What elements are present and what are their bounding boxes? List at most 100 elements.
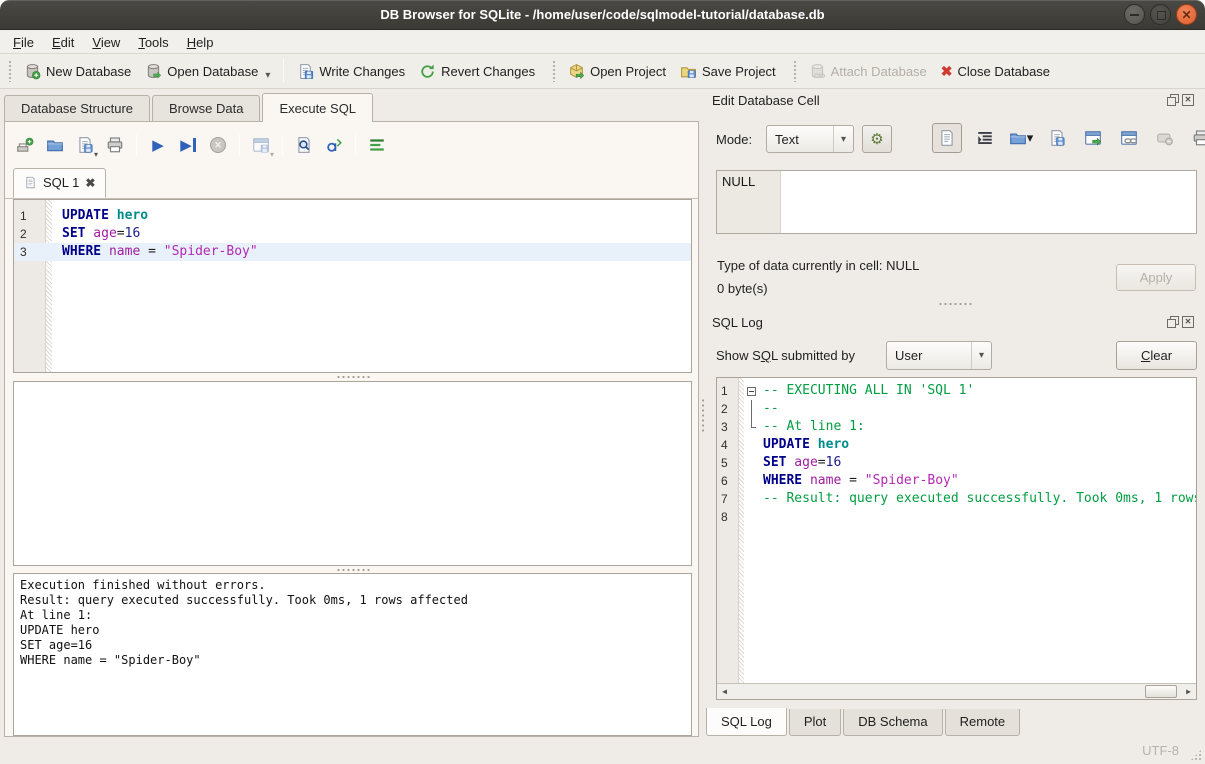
toolbar-grip[interactable]	[8, 60, 13, 82]
tab-sql-log[interactable]: SQL Log	[706, 708, 787, 736]
execute-sql-pane: ▾ ▶ ▶ ✕ ▾	[4, 121, 699, 737]
menu-view[interactable]: View	[83, 32, 129, 53]
title-bar[interactable]: DB Browser for SQLite - /home/user/code/…	[0, 0, 1205, 30]
save-project-icon	[680, 63, 697, 80]
main-toolbar: New Database Open Database ▾ Write Chang…	[0, 54, 1205, 89]
print-icon	[1192, 129, 1205, 147]
tab-browse-data[interactable]: Browse Data	[152, 95, 260, 122]
log-horizontal-scrollbar[interactable]: ◀ ▶	[717, 683, 1196, 699]
write-changes-button[interactable]: Write Changes	[290, 58, 412, 85]
sql-log-filter-row: Show SQL submitted by User ▾ Clear	[716, 341, 1198, 371]
log-line: 6WHERE name = "Spider-Boy"	[717, 472, 1196, 490]
find-replace-button[interactable]	[292, 133, 316, 157]
log-line: 7-- Result: query executed successfully.…	[717, 490, 1196, 508]
save-sql-file-button[interactable]: ▾	[73, 133, 97, 157]
tab-plot[interactable]: Plot	[789, 709, 841, 736]
menu-help[interactable]: Help	[178, 32, 223, 53]
editor-results-splitter[interactable]	[13, 373, 692, 380]
open-project-button[interactable]: Open Project	[561, 58, 673, 85]
scrollbar-track[interactable]	[732, 684, 1181, 699]
print-sql-button[interactable]	[103, 133, 127, 157]
open-sql-file-button[interactable]	[43, 133, 67, 157]
new-database-button[interactable]: New Database	[17, 58, 138, 85]
sql-1-tab[interactable]: SQL 1 ✖	[13, 168, 106, 198]
gear-icon: ⚙	[870, 130, 883, 148]
resize-grip[interactable]	[1190, 749, 1202, 761]
dock-splitter[interactable]	[712, 300, 1198, 308]
auto-format-button[interactable]	[322, 133, 346, 157]
toolbar-grip[interactable]	[552, 60, 557, 82]
toolbar-grip[interactable]	[793, 60, 798, 82]
close-database-button[interactable]: ✖ Close Database	[934, 59, 1057, 84]
scroll-left-icon[interactable]: ◀	[717, 684, 732, 699]
open-in-app-button[interactable]	[1080, 125, 1106, 151]
save-results-icon	[252, 136, 270, 154]
close-button[interactable]: ✕	[1176, 4, 1197, 25]
dock-float-icon[interactable]	[1167, 94, 1179, 106]
sql-tab-close-icon[interactable]: ✖	[85, 177, 95, 189]
attach-database-button[interactable]: Attach Database	[802, 58, 934, 85]
maximize-button[interactable]	[1150, 4, 1171, 25]
cell-editor[interactable]: NULL	[716, 170, 1197, 234]
toolbar-separator	[282, 134, 283, 156]
open-folder-icon	[1009, 129, 1027, 147]
link-data-button[interactable]	[1116, 125, 1142, 151]
stop-icon: ✕	[210, 137, 226, 153]
set-null-icon	[1156, 129, 1174, 147]
dock-close-icon[interactable]: ✕	[1182, 316, 1194, 328]
results-output-splitter[interactable]	[13, 566, 692, 573]
text-mode-button[interactable]	[932, 123, 962, 153]
stop-execution-button[interactable]: ✕	[206, 133, 230, 157]
tab-db-schema[interactable]: DB Schema	[843, 709, 942, 736]
dock-close-icon[interactable]: ✕	[1182, 94, 1194, 106]
panel-splitter[interactable]	[700, 92, 706, 737]
minimize-button[interactable]	[1124, 4, 1145, 25]
toggle-results-button[interactable]	[365, 133, 389, 157]
encoding-label: UTF-8	[1142, 743, 1179, 758]
close-database-icon: ✖	[941, 64, 953, 78]
revert-changes-button[interactable]: Revert Changes	[412, 58, 542, 85]
fold-marker-icon[interactable]	[744, 382, 760, 400]
open-database-dropdown-icon[interactable]: ▾	[265, 70, 270, 81]
word-wrap-button[interactable]	[972, 125, 998, 151]
chevron-down-icon: ▾	[971, 342, 991, 369]
clear-log-button[interactable]: Clear	[1116, 341, 1197, 370]
tab-execute-sql[interactable]: Execute SQL	[262, 93, 373, 122]
mode-label: Mode:	[716, 132, 752, 147]
apply-button[interactable]: Apply	[1116, 264, 1196, 291]
export-cell-button[interactable]	[1044, 125, 1070, 151]
import-cell-button[interactable]: ▾	[1008, 125, 1034, 151]
set-null-button[interactable]	[1152, 125, 1178, 151]
save-results-button[interactable]: ▾	[249, 133, 273, 157]
window-title: DB Browser for SQLite - /home/user/code/…	[0, 0, 1205, 30]
menu-edit[interactable]: Edit	[43, 32, 83, 53]
sql-editor[interactable]: 1UPDATE hero 2SET age=16 3WHERE name = "…	[13, 199, 692, 373]
sql-log-title: SQL Log	[712, 315, 763, 330]
open-database-button[interactable]: Open Database ▾	[138, 58, 277, 85]
database-new-icon	[24, 63, 41, 80]
menu-tools[interactable]: Tools	[129, 32, 177, 53]
new-sql-tab-button[interactable]	[13, 133, 37, 157]
scrollbar-thumb[interactable]	[1145, 685, 1177, 698]
results-grid[interactable]	[13, 381, 692, 566]
save-project-button[interactable]: Save Project	[673, 58, 783, 85]
sql-log-header: SQL Log ✕	[712, 315, 1198, 333]
open-file-icon	[46, 136, 64, 154]
execute-line-bar	[193, 138, 196, 152]
status-bar: UTF-8	[0, 737, 1205, 764]
menu-file[interactable]: File	[4, 32, 43, 53]
submitted-by-select[interactable]: User ▾	[886, 341, 992, 370]
dock-float-icon[interactable]	[1167, 316, 1179, 328]
execute-current-line-button[interactable]: ▶	[176, 133, 200, 157]
log-line: 1-- EXECUTING ALL IN 'SQL 1'	[717, 382, 1196, 400]
scroll-right-icon[interactable]: ▶	[1181, 684, 1196, 699]
database-open-icon	[145, 63, 162, 80]
mode-select[interactable]: Text ▾	[766, 125, 854, 153]
execute-all-button[interactable]: ▶	[146, 133, 170, 157]
sql-log-view: 1-- EXECUTING ALL IN 'SQL 1' 2-- 3-- At …	[716, 377, 1197, 700]
cell-settings-button[interactable]: ⚙	[862, 125, 892, 153]
tab-database-structure[interactable]: Database Structure	[4, 95, 150, 122]
print-cell-button[interactable]	[1188, 125, 1205, 151]
tab-remote[interactable]: Remote	[945, 709, 1021, 736]
execute-line-icon: ▶	[180, 138, 192, 153]
